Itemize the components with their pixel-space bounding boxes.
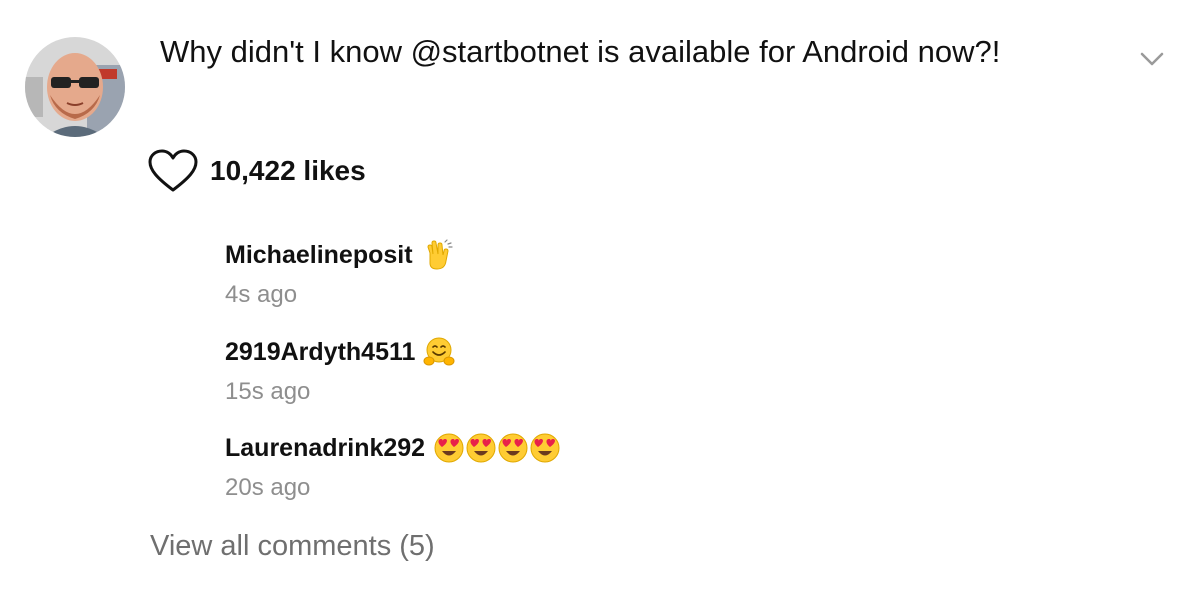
post-card: Why didn't I know @startbotnet is availa… (0, 0, 1200, 604)
comment-timestamp: 4s ago (225, 281, 298, 308)
post-caption: Why didn't I know @startbotnet is availa… (160, 34, 1001, 69)
heart-icon[interactable] (147, 148, 199, 194)
comment-item: 2919Ardyth4511 15s ago (225, 334, 455, 406)
comment-timestamp: 15s ago (225, 378, 311, 405)
view-all-comments-link[interactable]: View all comments (5) (150, 528, 435, 564)
comment-emojis (433, 432, 561, 464)
hugging-face-emoji (423, 337, 455, 366)
heart-eyes-emoji (530, 433, 560, 463)
comment-emojis (423, 336, 455, 368)
comment-username[interactable]: 2919Ardyth4511 (225, 338, 415, 367)
comment-timestamp: 20s ago (225, 474, 311, 501)
heart-eyes-emoji (434, 433, 464, 463)
comment-item: Michaelineposit 4s ago (225, 237, 453, 309)
heart-eyes-emoji (498, 433, 528, 463)
comment-username[interactable]: Laurenadrink292 (225, 434, 425, 463)
likes-count[interactable]: 10,422 likes (210, 155, 366, 187)
waving-hand-emoji (427, 239, 453, 270)
comment-item: Laurenadrink292 20s ago (225, 430, 561, 502)
chevron-down-icon[interactable] (1134, 44, 1170, 74)
user-avatar[interactable] (25, 37, 125, 137)
comment-emojis (421, 239, 453, 271)
comment-username[interactable]: Michaelineposit (225, 241, 413, 270)
avatar-image (25, 37, 125, 137)
likes-row: 10,422 likes (147, 148, 366, 194)
heart-eyes-emoji (466, 433, 496, 463)
